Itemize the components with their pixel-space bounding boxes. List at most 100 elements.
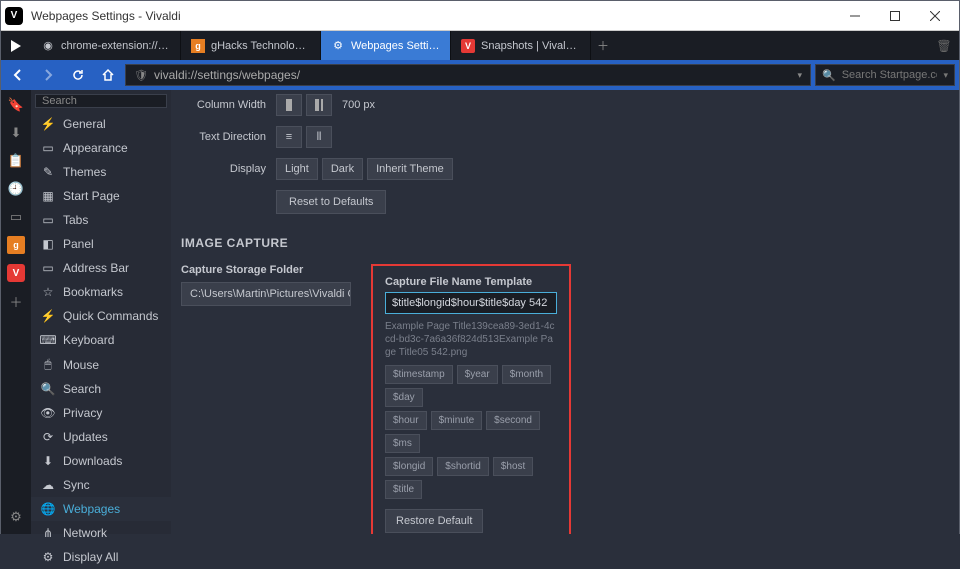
minimize-button[interactable] (835, 2, 875, 30)
close-button[interactable] (915, 2, 955, 30)
tabstrip: ◉ chrome-extension://mpogn g gHacks Tech… (1, 31, 959, 60)
sidebar-icon: ▭ (41, 261, 55, 275)
search-placeholder: Search (42, 95, 77, 107)
sidebar-item-sync[interactable]: ☁Sync (31, 473, 171, 497)
sidebar-item-themes[interactable]: ✎Themes (31, 160, 171, 184)
template-chip[interactable]: $title (385, 480, 422, 499)
trash-button[interactable]: 🗑 (929, 31, 959, 60)
display-dark-button[interactable]: Dark (322, 158, 363, 180)
reset-defaults-button[interactable]: Reset to Defaults (276, 190, 386, 214)
sidebar-icon: ☆ (41, 285, 55, 299)
sidebar-item-start-page[interactable]: ▦Start Page (31, 184, 171, 208)
column-width-label: Column Width (181, 99, 276, 111)
sidebar-item-webpages[interactable]: 🌐Webpages (31, 497, 171, 521)
image-capture-heading: IMAGE CAPTURE (181, 236, 939, 250)
sidebar-icon: ⌨ (41, 333, 55, 347)
sidebar-item-privacy[interactable]: 👁Privacy (31, 401, 171, 425)
storage-folder-field[interactable]: C:\Users\Martin\Pictures\Vivaldi Cap (181, 282, 351, 306)
ghacks-panel-icon[interactable]: g (7, 236, 25, 254)
chevron-down-icon[interactable]: ▾ (943, 70, 948, 81)
tab-item[interactable]: V Snapshots | Vivaldi Browser (451, 31, 591, 60)
sidebar-item-address-bar[interactable]: ▭ Address Bar (31, 256, 171, 280)
sidebar-item-network[interactable]: ⋔Network (31, 521, 171, 545)
notes-panel-icon[interactable]: 📋 (7, 152, 25, 170)
template-chip[interactable]: $year (457, 365, 498, 384)
restore-default-button[interactable]: Restore Default (385, 509, 483, 533)
bookmarks-panel-icon[interactable]: 🔖 (7, 96, 25, 114)
sidebar-item-label: Downloads (63, 454, 122, 468)
titlebar: V Webpages Settings - Vivaldi (1, 1, 959, 31)
tab-title: Webpages Settings (351, 40, 440, 52)
settings-sidebar: Search ⚡General▭Appearance✎Themes▦Start … (31, 90, 171, 534)
history-panel-icon[interactable]: 🕘 (7, 180, 25, 198)
reload-button[interactable] (65, 63, 91, 87)
add-panel-icon[interactable]: ＋ (7, 292, 25, 310)
sidebar-item-bookmarks[interactable]: ☆Bookmarks (31, 280, 171, 304)
sidebar-item-label: Network (63, 526, 107, 540)
sidebar-item-search[interactable]: 🔍Search (31, 377, 171, 401)
template-chip[interactable]: $hour (385, 411, 427, 430)
template-chip[interactable]: $second (486, 411, 540, 430)
sidebar-item-label: Keyboard (63, 333, 114, 347)
column-width-value: 700 px (342, 99, 375, 111)
template-highlight-box: Capture File Name Template Example Page … (371, 264, 571, 534)
vivaldi-icon: V (461, 39, 475, 53)
sidebar-item-quick-commands[interactable]: ⚡Quick Commands (31, 304, 171, 328)
home-button[interactable] (95, 63, 121, 87)
sidebar-item-keyboard[interactable]: ⌨ Keyboard (31, 328, 171, 352)
sidebar-item-appearance[interactable]: ▭Appearance (31, 136, 171, 160)
vivaldi-panel-icon[interactable]: V (7, 264, 25, 282)
rtl-button[interactable]: ⦀ (306, 126, 332, 148)
template-chip[interactable]: $month (502, 365, 551, 384)
template-chip[interactable]: $longid (385, 457, 433, 476)
template-example: Example Page Title139cea89-3ed1-4ccd-bd3… (385, 320, 557, 359)
ltr-button[interactable]: ≡ (276, 126, 302, 148)
settings-search[interactable]: Search (35, 94, 167, 108)
app-icon: V (5, 7, 23, 25)
sidebar-item-mouse[interactable]: 🖱Mouse (31, 352, 171, 377)
tab-item[interactable]: g gHacks Technology News (181, 31, 321, 60)
column-width-toggle-2[interactable] (306, 94, 332, 116)
sidebar-item-downloads[interactable]: ⬇Downloads (31, 449, 171, 473)
chevron-down-icon[interactable]: ▾ (797, 70, 802, 81)
sidebar-item-panel[interactable]: ◧Panel (31, 232, 171, 256)
tab-item-active[interactable]: ⚙ Webpages Settings (321, 31, 451, 60)
sidebar-item-display-all[interactable]: ⚙Display All (31, 545, 171, 569)
url-field[interactable]: 🛡 vivaldi://settings/webpages/ ▾ (125, 64, 811, 86)
template-chip[interactable]: $host (493, 457, 533, 476)
back-button[interactable] (5, 63, 31, 87)
template-chip[interactable]: $ms (385, 434, 420, 453)
sidebar-icon: ▭ (41, 141, 55, 155)
downloads-panel-icon[interactable]: ⬇ (7, 124, 25, 142)
forward-button[interactable] (35, 63, 61, 87)
template-chip[interactable]: $minute (431, 411, 483, 430)
new-tab-button[interactable]: ＋ (591, 31, 615, 60)
vivaldi-menu-button[interactable] (1, 31, 31, 60)
settings-content: Column Width 700 px Text Direction ≡ ⦀ D… (171, 90, 959, 534)
sidebar-icon: ▭ (41, 213, 55, 227)
column-width-toggle-1[interactable] (276, 94, 302, 116)
template-chip[interactable]: $day (385, 388, 423, 407)
sidebar-icon: 🔍 (41, 382, 55, 396)
tab-title: gHacks Technology News (211, 40, 310, 52)
maximize-button[interactable] (875, 2, 915, 30)
search-field[interactable]: 🔍 Search Startpage.com ▾ (815, 64, 955, 86)
window-panel-icon[interactable]: ▭ (7, 208, 25, 226)
sidebar-icon: ▦ (41, 189, 55, 203)
sidebar-item-label: Tabs (63, 213, 88, 227)
sidebar-item-general[interactable]: ⚡General (31, 112, 171, 136)
url-text: vivaldi://settings/webpages/ (154, 68, 792, 82)
template-input[interactable] (385, 292, 557, 314)
sidebar-item-updates[interactable]: ⟳Updates (31, 425, 171, 449)
display-light-button[interactable]: Light (276, 158, 318, 180)
sidebar-item-tabs[interactable]: ▭ Tabs (31, 208, 171, 232)
display-inherit-button[interactable]: Inherit Theme (367, 158, 453, 180)
sidebar-item-label: Themes (63, 165, 106, 179)
template-chip[interactable]: $timestamp (385, 365, 453, 384)
sidebar-icon: ⚡ (41, 117, 55, 131)
template-chip[interactable]: $shortid (437, 457, 489, 476)
settings-panel-icon[interactable]: ⚙ (7, 508, 25, 526)
sidebar-item-label: Address Bar (63, 261, 129, 275)
tab-item[interactable]: ◉ chrome-extension://mpogn (31, 31, 181, 60)
tab-title: chrome-extension://mpogn (61, 40, 170, 52)
